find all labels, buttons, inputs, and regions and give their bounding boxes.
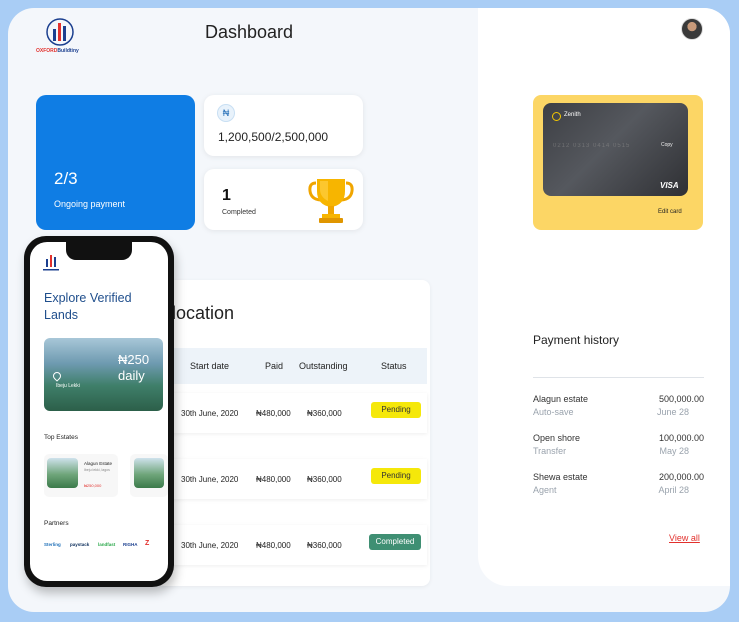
cell-outstanding: ₦360,000: [307, 409, 342, 418]
phone-heading: Explore Verified Lands: [44, 291, 132, 322]
cell-start-date: 30th June, 2020: [181, 541, 239, 550]
payment-history-item[interactable]: Open shore Transfer 100,000.00 May 28: [533, 433, 704, 463]
ongoing-payment-value: 2/3: [54, 169, 78, 188]
card-number: 0212 0313 0414 0515: [553, 143, 631, 149]
land-price-unit: daily: [118, 368, 145, 383]
table-row[interactable]: 30th June, 2020 ₦480,000 ₦360,000 Pendin…: [168, 459, 427, 499]
status-badge: Pending: [371, 468, 421, 484]
estate-card[interactable]: [130, 454, 168, 497]
cell-outstanding: ₦360,000: [307, 541, 342, 550]
partner-logo-righa: RIGHA: [123, 542, 138, 547]
bank-name: Zenith: [564, 112, 581, 118]
payment-type: Transfer: [533, 446, 567, 456]
brand-logo[interactable]: OXFORDBuildtiny: [36, 18, 88, 60]
payment-amount: 500,000.00: [658, 394, 704, 404]
cell-paid: ₦480,000: [256, 475, 291, 484]
logo-text-primary: OXFORD: [36, 48, 58, 54]
top-estates-title: Top Estates: [44, 434, 78, 441]
avatar[interactable]: [681, 18, 703, 40]
payment-type: Auto-save: [533, 407, 574, 417]
divider: [533, 377, 704, 378]
column-start-date: Start date: [190, 361, 230, 371]
bank-logo-icon: [552, 112, 561, 121]
estate-image: [47, 458, 78, 488]
payment-date: May 28: [659, 446, 689, 456]
partner-logo-paystack: paystack: [70, 542, 90, 547]
payment-history-item[interactable]: Shewa estate Agent 200,000.00 April 28: [533, 472, 704, 502]
logo-icon: [43, 255, 59, 271]
completed-value: 1: [222, 187, 231, 204]
location-pin-icon: [51, 370, 63, 382]
phone-screen: Explore Verified Lands ₦250 daily Ibeju …: [30, 242, 168, 581]
phone-mockup: Explore Verified Lands ₦250 daily Ibeju …: [24, 236, 174, 587]
payment-history-item[interactable]: Alagun estate Auto-save 500,000.00 June …: [533, 394, 704, 424]
partners-title: Partners: [44, 520, 69, 527]
cell-start-date: 30th June, 2020: [181, 475, 239, 484]
logo-text: OXFORDBuildtiny: [36, 48, 79, 54]
table-header: Start date Paid Outstanding Status: [168, 348, 427, 384]
payment-name: Shewa estate: [533, 472, 588, 482]
column-outstanding: Outstanding: [299, 361, 348, 371]
estate-card[interactable]: Alagun Estate Ibeju lekki, lagos ₦250,00…: [44, 454, 118, 497]
land-location: Ibeju Lekki: [56, 383, 80, 389]
trophy-icon: [308, 179, 354, 223]
allocation-panel: location Start date Paid Outstanding Sta…: [156, 280, 430, 586]
amount-card[interactable]: ₦ 1,200,500/2,500,000: [204, 95, 363, 156]
payment-type: Agent: [533, 485, 557, 495]
completed-card[interactable]: 1 Completed: [204, 169, 363, 230]
allocation-title: location: [172, 303, 235, 323]
ongoing-payment-card[interactable]: 2/3 Ongoing payment: [36, 95, 195, 230]
cell-paid: ₦480,000: [256, 409, 291, 418]
edit-card-button[interactable]: Edit card: [658, 209, 682, 215]
page-title: Dashboard: [205, 22, 294, 42]
column-status: Status: [381, 361, 407, 371]
payment-name: Alagun estate: [533, 394, 589, 404]
visa-logo: VISA: [660, 181, 679, 190]
land-card[interactable]: ₦250 daily Ibeju Lekki: [44, 338, 163, 411]
naira-icon: ₦: [217, 104, 235, 122]
logo-icon: [46, 18, 74, 46]
estate-location: Ibeju lekki, lagos: [84, 468, 110, 472]
copy-button[interactable]: Copy: [661, 142, 673, 148]
view-all-link[interactable]: View all: [669, 533, 700, 543]
estate-image: [134, 458, 164, 488]
payment-date: April 28: [658, 485, 689, 495]
completed-label: Completed: [222, 209, 256, 216]
payment-amount: 200,000.00: [658, 472, 704, 482]
cell-outstanding: ₦360,000: [307, 475, 342, 484]
phone-notch: [66, 242, 132, 260]
amount-value: 1,200,500/2,500,000: [218, 130, 329, 144]
table-row[interactable]: 30th June, 2020 ₦480,000 ₦360,000 Comple…: [168, 525, 427, 565]
payment-history-title: Payment history: [533, 333, 620, 347]
ongoing-payment-label: Ongoing payment: [54, 199, 126, 209]
payment-name: Open shore: [533, 433, 581, 443]
estate-name: Alagun Estate: [84, 461, 113, 466]
estate-price: ₦250,000: [84, 483, 102, 488]
status-badge: Pending: [371, 402, 421, 418]
land-price: ₦250: [118, 352, 150, 367]
card-widget: Zenith Copy 0212 0313 0414 0515 VISA Edi…: [533, 95, 703, 230]
partner-logo-z: Z: [145, 540, 150, 547]
table-row[interactable]: 30th June, 2020 ₦480,000 ₦360,000 Pendin…: [168, 393, 427, 433]
cell-start-date: 30th June, 2020: [181, 409, 239, 418]
status-badge: Completed: [369, 534, 421, 550]
partner-logo-landfast: landfast: [98, 542, 116, 547]
payment-date: June 28: [656, 407, 689, 417]
cell-paid: ₦480,000: [256, 541, 291, 550]
app-frame: OXFORDBuildtiny Dashboard 2/3 Ongoing pa…: [8, 8, 730, 612]
credit-card[interactable]: Zenith Copy 0212 0313 0414 0515 VISA: [543, 103, 688, 196]
logo-text-secondary: Buildtiny: [57, 48, 79, 54]
column-paid: Paid: [265, 361, 284, 371]
payment-amount: 100,000.00: [658, 433, 704, 443]
partner-logo-sterling: Sterling: [44, 542, 61, 547]
